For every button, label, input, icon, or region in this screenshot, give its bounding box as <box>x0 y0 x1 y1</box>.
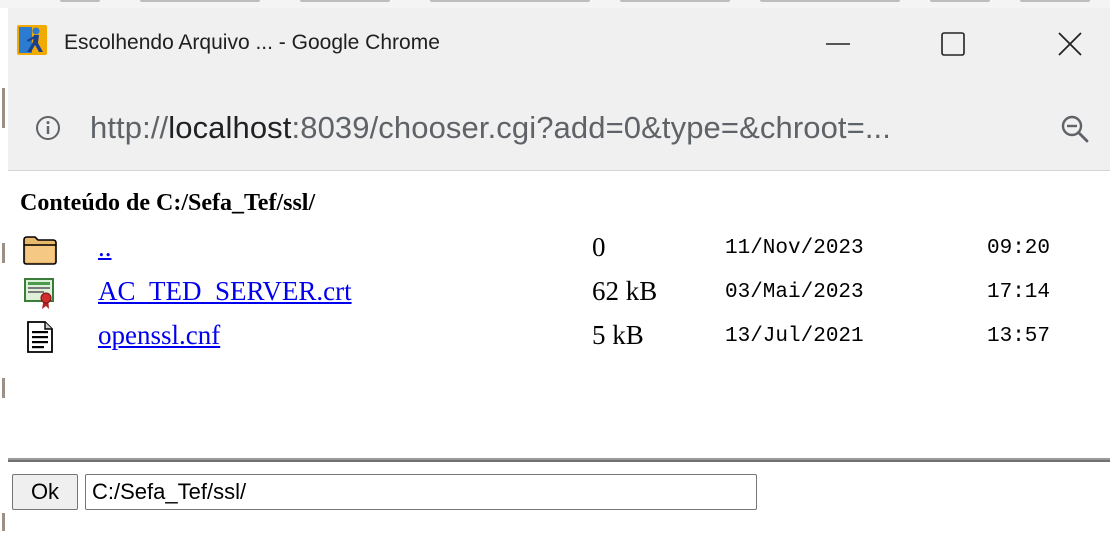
file-time: 17:14 <box>987 281 1051 304</box>
file-link[interactable]: .. <box>98 232 112 263</box>
url-text[interactable]: http://localhost:8039/chooser.cgi?add=0&… <box>90 110 891 146</box>
path-form: Ok <box>8 462 1110 551</box>
close-button[interactable] <box>1040 22 1100 66</box>
address-bar: http://localhost:8039/chooser.cgi?add=0&… <box>8 86 1110 171</box>
directory-heading: Conteúdo de C:/Sefa_Tef/ssl/ <box>20 190 316 216</box>
url-path: :8039/chooser.cgi?add=0&type=&chroot=... <box>291 110 891 145</box>
app-icon <box>17 25 47 55</box>
title-bar[interactable]: Escolhendo Arquivo ... - Google Chrome <box>8 8 1110 86</box>
url-scheme: http:// <box>90 110 169 145</box>
certificate-icon <box>24 278 54 309</box>
file-size: 62 kB <box>592 276 658 306</box>
maximize-button[interactable] <box>923 22 983 66</box>
info-icon[interactable] <box>35 115 61 141</box>
path-input[interactable] <box>85 474 757 510</box>
ok-button[interactable]: Ok <box>12 474 78 510</box>
minimize-button[interactable] <box>808 22 868 66</box>
chrome-popup-window: Escolhendo Arquivo ... - Google Chrome h… <box>8 8 1110 551</box>
file-time: 13:57 <box>987 325 1051 348</box>
background-page-strip <box>0 0 1110 8</box>
url-host: localhost <box>168 110 292 145</box>
text-file-icon <box>27 321 53 353</box>
folder-icon <box>23 236 57 265</box>
file-row: openssl.cnf 5 kB 13/Jul/2021 13:57 <box>8 315 1110 359</box>
file-time: 09:20 <box>987 237 1051 260</box>
window-title: Escolhendo Arquivo ... - Google Chrome <box>64 31 440 54</box>
close-icon <box>1058 32 1082 56</box>
file-date: 13/Jul/2021 <box>725 325 864 348</box>
maximize-icon <box>941 32 965 56</box>
file-date: 03/Mai/2023 <box>725 281 864 304</box>
zoom-out-icon[interactable] <box>1060 114 1090 144</box>
file-row: .. 0 11/Nov/2023 09:20 <box>8 227 1110 271</box>
file-size: 0 <box>592 232 606 262</box>
file-date: 11/Nov/2023 <box>725 237 864 260</box>
file-link[interactable]: AC_TED_SERVER.crt <box>98 276 352 307</box>
file-link[interactable]: openssl.cnf <box>98 320 220 351</box>
file-size: 5 kB <box>592 320 644 350</box>
minimize-icon <box>826 43 850 45</box>
file-list-page: Conteúdo de C:/Sefa_Tef/ssl/ .. 0 11/Nov… <box>8 171 1110 458</box>
file-row: AC_TED_SERVER.crt 62 kB 03/Mai/2023 17:1… <box>8 271 1110 315</box>
